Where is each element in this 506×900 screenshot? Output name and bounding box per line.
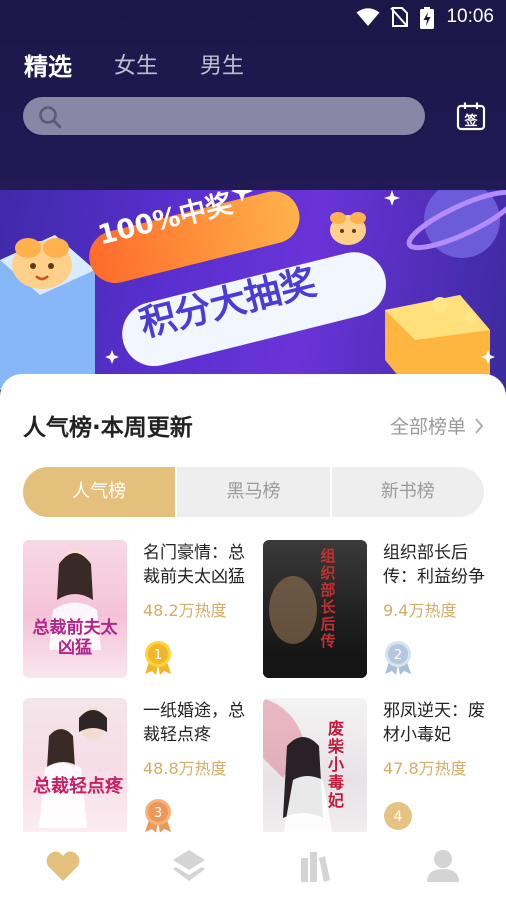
cover-art-man [263,576,367,678]
bronze-medal-icon: 3 [145,799,171,833]
book-item[interactable]: 总裁轻点疼 一纸婚途，总裁轻点疼 48.8万热度 3 [23,698,253,838]
bottom-nav [0,832,506,900]
checkin-label: 签 [463,113,478,129]
tab-popular[interactable]: 人气榜 [23,467,176,517]
book-heat: 47.8万热度 [383,759,467,778]
book-heat: 48.8万热度 [143,759,227,778]
tab-new-books[interactable]: 新书榜 [329,467,484,517]
book-item[interactable]: 总裁前夫太凶猛 名门豪情：总裁前夫太凶猛 48.2万热度 1 [23,540,253,680]
rank-number: 1 [154,648,162,663]
no-sim-icon [390,7,408,27]
status-time: 10:06 [446,6,494,27]
book-cover[interactable]: 废柴小毒妃 [263,698,367,836]
book-title: 邪凤逆天：废材小毒妃 [383,701,485,745]
cover-title: 组织部长后传 [320,547,336,650]
book-heat: 9.4万热度 [383,601,457,620]
search-icon [39,106,62,129]
gold-medal-icon: 1 [145,641,171,675]
mascot-left-icon [12,238,72,289]
rank-number: 2 [394,648,402,663]
book-title: 一纸婚途，总裁轻点疼 [143,701,245,745]
all-rankings-link[interactable]: 全部榜单 [390,412,484,439]
book-cover[interactable]: 组织部长后传 [263,540,367,678]
layers-icon[interactable] [171,848,207,884]
wifi-icon [356,8,380,26]
ranking-tabs: 人气榜 黑马榜 新书榜 [23,467,484,517]
cover-title: 总裁轻点疼 [33,776,123,797]
tab-female[interactable]: 女生 [114,48,158,80]
book-cover[interactable]: 总裁前夫太凶猛 [23,540,127,678]
book-item[interactable]: 废柴小毒妃 邪凤逆天：废材小毒妃 47.8万热度 4 [263,698,493,838]
rank-number: 4 [394,809,403,825]
rank-number: 3 [154,806,162,821]
planet-icon [406,190,506,258]
cover-title: 废柴小毒妃 [327,719,344,810]
tab-male[interactable]: 男生 [200,48,244,80]
battery-charging-icon [420,7,434,29]
tab-featured[interactable]: 精选 [24,47,72,82]
cover-title: 总裁前夫太凶猛 [32,618,118,658]
book-cover[interactable]: 总裁轻点疼 [23,698,127,836]
lottery-banner[interactable]: 100%中奖 积分大抽奖 [0,190,506,390]
mascot-right-icon [330,212,366,245]
heart-icon[interactable] [45,848,81,884]
tab-dark-horse[interactable]: 黑马榜 [175,467,329,517]
cover-art-woman-red [263,698,333,836]
status-bar: 10:06 [0,0,506,34]
section-title: 人气榜·本周更新 [23,415,193,441]
rank-badge-icon: 4 [384,802,412,830]
checkin-calendar-icon[interactable]: 签 [456,101,486,131]
cover-art-couple [39,708,107,828]
silver-medal-icon: 2 [385,641,411,675]
chevron-right-icon [475,418,484,434]
book-heat: 48.2万热度 [143,601,227,620]
book-title: 名门豪情：总裁前夫太凶猛 [143,543,245,587]
user-icon[interactable] [425,848,461,884]
book-item[interactable]: 组织部长后传 组织部长后传：利益纷争 9.4万热度 2 [263,540,493,680]
bookshelf-icon[interactable] [297,848,333,884]
search-input[interactable] [23,97,425,135]
book-title: 组织部长后传：利益纷争 [383,543,485,587]
all-rankings-label: 全部榜单 [389,416,466,438]
